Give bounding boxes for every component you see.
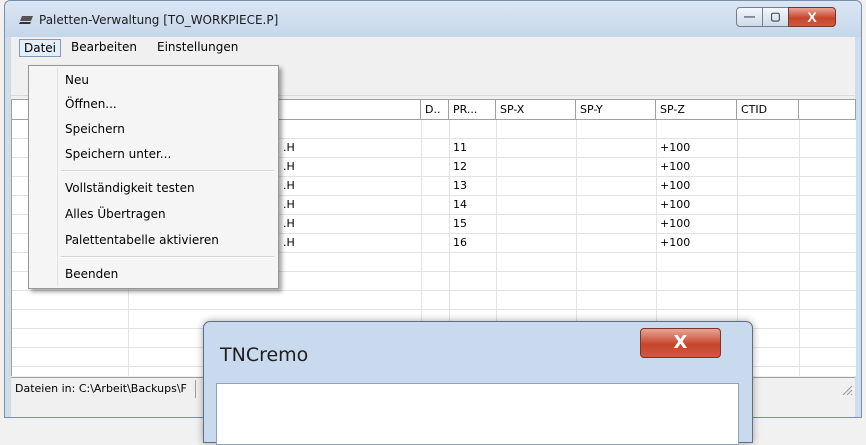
cell-pr: 14 xyxy=(453,198,467,211)
minimize-icon: — xyxy=(744,11,755,23)
menu-item-vollstaendigkeit-testen[interactable]: Vollständigkeit testen xyxy=(65,178,195,198)
status-text: Dateien in: C:\Arbeit\Backups\F xyxy=(15,382,187,395)
maximize-button[interactable]: ▢ xyxy=(762,7,789,27)
close-icon: X xyxy=(807,9,817,25)
status-separator xyxy=(195,380,196,398)
column-header-filler xyxy=(799,100,856,120)
cell-name: .H xyxy=(283,141,295,154)
cell-sp-z: +100 xyxy=(660,141,691,154)
tncremo-dialog: TNCremo X xyxy=(203,321,753,445)
cell-sp-z: +100 xyxy=(660,179,691,192)
column-header-sp-y[interactable]: SP-Y xyxy=(576,100,656,120)
menu-separator xyxy=(61,256,274,258)
cell-name: .H xyxy=(283,198,295,211)
title-bar[interactable]: Paletten-Verwaltung [TO_WORKPIECE.P] — ▢… xyxy=(5,1,861,37)
column-header-pr[interactable]: PR... xyxy=(449,100,496,120)
dialog-close-button[interactable]: X xyxy=(640,328,721,358)
menu-datei[interactable]: Datei xyxy=(19,39,62,57)
close-icon: X xyxy=(673,332,688,353)
cell-pr: 16 xyxy=(453,236,467,249)
cell-sp-z: +100 xyxy=(660,236,691,249)
menu-item-speichern[interactable]: Speichern xyxy=(65,119,125,139)
table-row-empty[interactable] xyxy=(12,291,856,310)
window-title: Paletten-Verwaltung [TO_WORKPIECE.P] xyxy=(39,13,279,27)
cell-pr: 13 xyxy=(453,179,467,192)
maximize-icon: ▢ xyxy=(770,11,781,23)
resize-grip-icon[interactable] xyxy=(841,384,853,396)
cell-pr: 11 xyxy=(453,141,467,154)
cell-name: .H xyxy=(283,217,295,230)
menu-bearbeiten[interactable]: Bearbeiten xyxy=(67,39,141,55)
menu-bar: Datei Bearbeiten Einstellungen xyxy=(11,37,855,57)
menu-item-speichern-unter[interactable]: Speichern unter... xyxy=(65,144,171,164)
minimize-button[interactable]: — xyxy=(736,7,763,27)
close-button[interactable]: X xyxy=(788,7,836,27)
cell-pr: 12 xyxy=(453,160,467,173)
column-header-sp-z[interactable]: SP-Z xyxy=(656,100,737,120)
menu-einstellungen[interactable]: Einstellungen xyxy=(153,39,242,55)
menu-icon-gutter xyxy=(57,68,58,286)
column-header-ctid[interactable]: CTID xyxy=(737,100,799,120)
cell-name: .H xyxy=(283,160,295,173)
cell-pr: 15 xyxy=(453,217,467,230)
column-header-d[interactable]: D.. xyxy=(421,100,449,120)
menu-item-neu[interactable]: Neu xyxy=(65,70,89,90)
pallet-icon xyxy=(19,16,33,24)
menu-separator xyxy=(61,170,274,172)
menu-item-beenden[interactable]: Beenden xyxy=(65,264,118,284)
menu-item-alles-uebertragen[interactable]: Alles Übertragen xyxy=(65,204,166,224)
menu-item-oeffnen[interactable]: Öffnen... xyxy=(65,94,117,114)
cell-name: .H xyxy=(283,236,295,249)
cell-sp-z: +100 xyxy=(660,198,691,211)
dialog-content xyxy=(216,383,739,445)
cell-name: .H xyxy=(283,179,295,192)
datei-dropdown-menu: Neu Öffnen... Speichern Speichern unter.… xyxy=(28,65,279,289)
cell-sp-z: +100 xyxy=(660,217,691,230)
cell-sp-z: +100 xyxy=(660,160,691,173)
dialog-title: TNCremo xyxy=(220,344,309,366)
menu-item-palettentabelle-aktivieren[interactable]: Palettentabelle aktivieren xyxy=(65,230,219,250)
column-header-sp-x[interactable]: SP-X xyxy=(496,100,576,120)
